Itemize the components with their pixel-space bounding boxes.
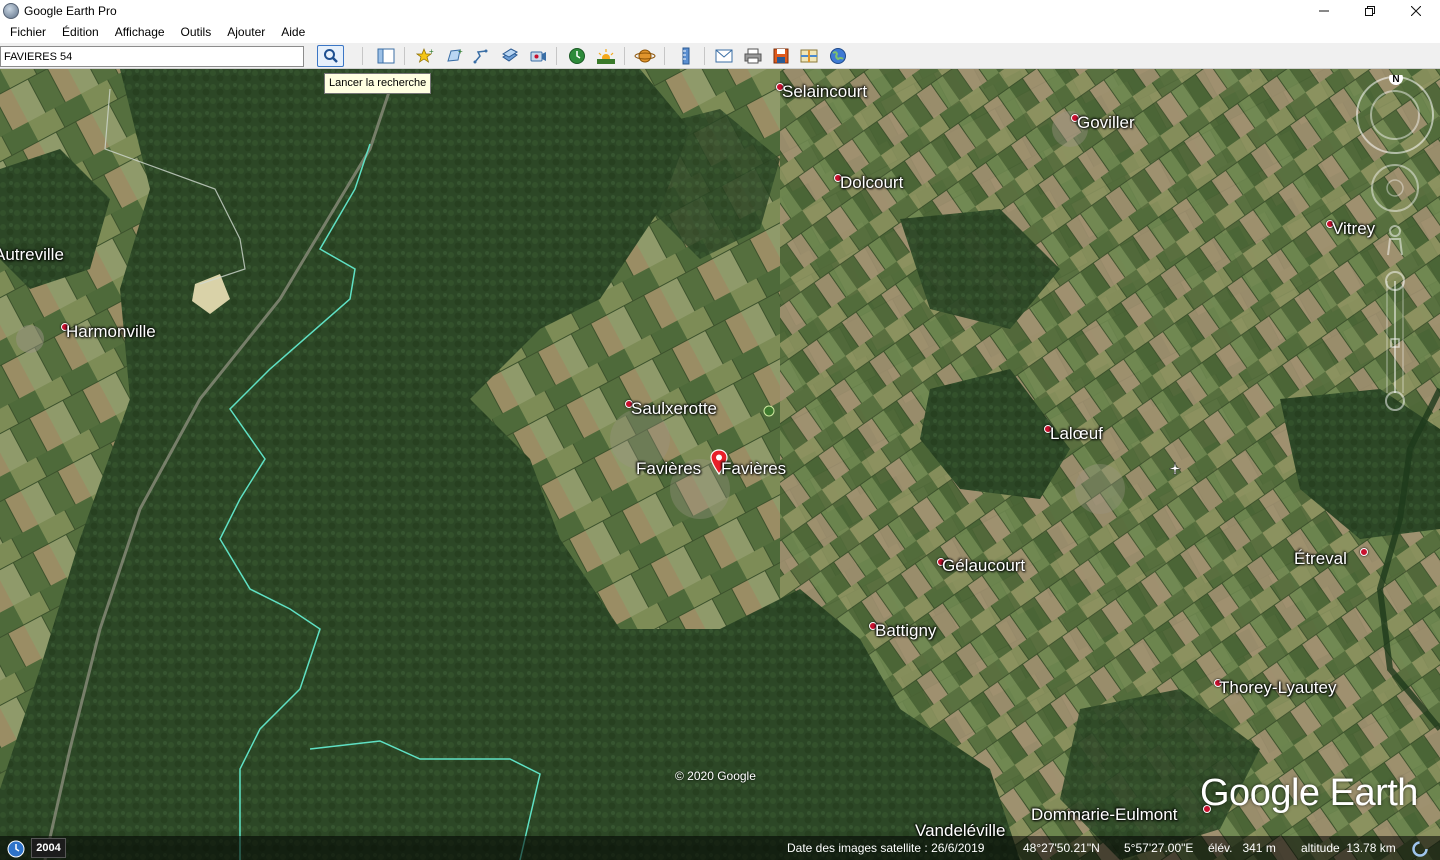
altitude-readout: altitude 13.78 km	[1301, 841, 1396, 855]
street-view-pegman-icon[interactable]	[1387, 225, 1403, 256]
ruler-button[interactable]	[674, 45, 698, 67]
zoom-slider[interactable]	[1385, 271, 1405, 411]
place-label-gelaucourt[interactable]: Gélaucourt	[942, 556, 1025, 576]
place-label-favieres-left[interactable]: Favières	[636, 459, 701, 479]
window-title: Google Earth Pro	[24, 4, 117, 18]
menu-aide[interactable]: Aide	[273, 22, 313, 43]
view-in-maps-icon	[800, 49, 818, 63]
save-image-icon	[773, 48, 789, 64]
add-image-overlay-button[interactable]	[498, 45, 522, 67]
place-pin[interactable]	[1360, 548, 1368, 556]
longitude-readout: 5°57'27.00"E	[1124, 841, 1194, 855]
planets-icon	[634, 49, 656, 63]
menu-edition[interactable]: Édition	[54, 22, 107, 43]
place-label-favieres-right[interactable]: Favières	[721, 459, 786, 479]
sunlight-icon	[597, 49, 615, 64]
zoom-out-icon[interactable]	[1385, 391, 1405, 411]
add-path-button[interactable]	[470, 45, 494, 67]
status-bar: 2004 Date des images satellite : 26/6/20…	[0, 836, 1440, 860]
sidebar-toggle-button[interactable]	[374, 45, 398, 67]
save-image-button[interactable]	[769, 45, 793, 67]
place-label-battigny[interactable]: Battigny	[875, 621, 936, 641]
place-label-harmonville[interactable]: Harmonville	[66, 322, 156, 342]
menu-bar: Fichier Édition Affichage Outils Ajouter…	[0, 22, 1440, 43]
historical-imagery-icon	[569, 48, 585, 64]
toolbar-separator	[362, 47, 363, 65]
place-label-saulxerotte[interactable]: Saulxerotte	[631, 399, 717, 419]
navigation-controls[interactable]: N	[1355, 75, 1435, 415]
view-in-maps-button[interactable]	[797, 45, 821, 67]
svg-text:+: +	[458, 47, 463, 56]
menu-fichier[interactable]: Fichier	[0, 22, 54, 43]
image-overlay-icon	[501, 48, 519, 62]
historical-imagery-button[interactable]	[565, 45, 589, 67]
restore-button[interactable]	[1347, 0, 1393, 22]
loading-spinner-icon	[1412, 841, 1428, 857]
map-view[interactable]: Selaincourt Goviller Dolcourt Vitrey Aut…	[0, 69, 1440, 860]
history-year-badge[interactable]: 2004	[31, 838, 66, 858]
place-label-dolcourt[interactable]: Dolcourt	[840, 173, 903, 193]
menu-affichage[interactable]: Affichage	[107, 22, 173, 43]
add-polygon-button[interactable]: +	[442, 45, 466, 67]
place-label-autreville[interactable]: Autreville	[0, 245, 64, 265]
record-tour-icon	[530, 51, 546, 62]
latitude-readout: 48°27'50.21"N	[1023, 841, 1100, 855]
toolbar-separator	[556, 47, 557, 65]
email-icon	[715, 49, 733, 63]
record-tour-button[interactable]	[526, 45, 550, 67]
toolbar: + +	[0, 43, 1440, 69]
svg-text:+: +	[429, 47, 434, 56]
google-earth-logo: Google Earth	[1200, 772, 1418, 814]
sunlight-button[interactable]	[594, 45, 618, 67]
place-label-etreval[interactable]: Étreval	[1294, 549, 1347, 569]
copyright-text: © 2020 Google	[675, 769, 756, 783]
title-bar: Google Earth Pro	[0, 0, 1440, 22]
path-icon	[473, 49, 488, 64]
search-tooltip: Lancer la recherche	[324, 73, 432, 94]
toolbar-separator	[404, 47, 405, 65]
ruler-icon	[682, 47, 690, 65]
imagery-date: Date des images satellite : 26/6/2019	[787, 841, 985, 855]
toolbar-separator	[704, 47, 705, 65]
menu-outils[interactable]: Outils	[173, 22, 220, 43]
place-label-thorey-lyautey[interactable]: Thorey-Lyautey	[1219, 678, 1336, 698]
place-label-laloeuf[interactable]: Lalœuf	[1050, 424, 1103, 444]
email-button[interactable]	[712, 45, 736, 67]
add-placemark-button[interactable]: +	[413, 45, 437, 67]
toolbar-separator	[624, 47, 625, 65]
menu-ajouter[interactable]: Ajouter	[219, 22, 273, 43]
earth-icon	[830, 48, 846, 64]
elevation-readout: élév. 341 m	[1208, 841, 1276, 855]
google-earth-app-icon	[3, 3, 19, 19]
restore-icon	[1365, 6, 1375, 16]
sidebar-toggle-icon	[377, 48, 395, 64]
look-joystick[interactable]	[1371, 164, 1419, 212]
earth-view-button[interactable]	[826, 45, 850, 67]
print-icon	[744, 48, 762, 64]
placemark-icon: +	[416, 47, 434, 63]
polygon-icon: +	[447, 47, 463, 62]
place-label-goviller[interactable]: Goviller	[1077, 113, 1135, 133]
search-button[interactable]	[317, 45, 344, 67]
airport-icon[interactable]	[1168, 461, 1182, 475]
compass-ring[interactable]: N	[1356, 75, 1434, 154]
place-label-selaincourt[interactable]: Selaincourt	[782, 82, 867, 102]
close-icon	[1411, 6, 1421, 16]
compass-north-label: N	[1392, 75, 1399, 85]
place-label-dommarie-eulmont[interactable]: Dommarie-Eulmont	[1031, 805, 1177, 825]
poi-icon[interactable]	[763, 405, 775, 417]
search-input[interactable]	[0, 46, 304, 67]
minimize-icon	[1319, 10, 1329, 12]
close-button[interactable]	[1393, 0, 1439, 22]
historical-imagery-clock-icon[interactable]	[7, 840, 25, 858]
print-button[interactable]	[741, 45, 765, 67]
toolbar-separator	[664, 47, 665, 65]
minimize-button[interactable]	[1301, 0, 1347, 22]
switch-planet-button[interactable]	[633, 45, 657, 67]
search-icon	[323, 49, 338, 63]
